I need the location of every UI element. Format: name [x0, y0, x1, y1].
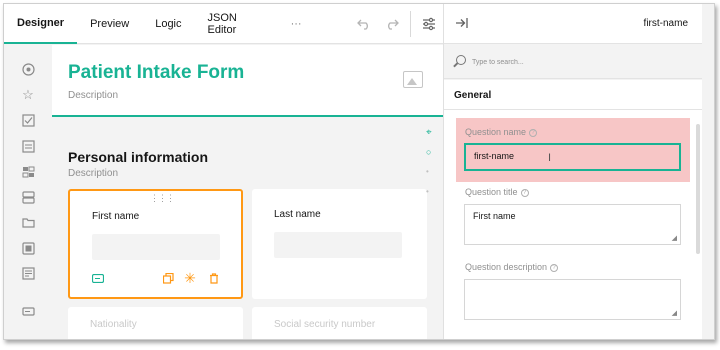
- required-asterisk-icon[interactable]: ✳: [184, 270, 196, 286]
- question-card-last-name[interactable]: Last name: [252, 189, 427, 299]
- question-card-nationality[interactable]: Nationality: [68, 307, 243, 339]
- toolbox-sidebar: ☆: [4, 45, 52, 339]
- navigator-target-icon[interactable]: ⌖: [426, 127, 432, 138]
- question-description-label: Question description?: [465, 262, 559, 272]
- delete-icon[interactable]: [208, 272, 220, 284]
- question-input-preview: [92, 234, 220, 260]
- question-name-label: Question name?: [465, 127, 538, 137]
- question-title[interactable]: First name: [92, 211, 139, 222]
- resize-handle-icon[interactable]: ◢: [672, 309, 677, 317]
- panel-folder-icon[interactable]: [20, 214, 36, 230]
- question-description-textarea[interactable]: ◢: [464, 279, 681, 320]
- help-icon[interactable]: ?: [529, 128, 538, 137]
- resize-handle-icon[interactable]: ◢: [672, 234, 677, 242]
- navigator-dot[interactable]: •: [426, 187, 429, 196]
- section-title: General: [454, 90, 492, 101]
- tab-preview[interactable]: Preview: [77, 4, 142, 44]
- settings-sliders-icon[interactable]: [415, 4, 443, 44]
- checkbox-icon[interactable]: [20, 112, 36, 128]
- question-name-input[interactable]: first-name: [464, 143, 681, 171]
- navigator-dot[interactable]: •: [426, 167, 429, 176]
- survey-header: Patient Intake Form Description: [52, 45, 443, 117]
- survey-title[interactable]: Patient Intake Form: [68, 62, 244, 84]
- question-name-value: first-name: [474, 151, 515, 161]
- toolbar-divider: [410, 10, 411, 37]
- question-title-value: First name: [473, 211, 516, 221]
- search-icon: [456, 55, 466, 65]
- question-title[interactable]: Nationality: [90, 319, 137, 330]
- input-type-icon[interactable]: [92, 272, 104, 284]
- design-surface: Patient Intake Form Description Personal…: [52, 45, 443, 339]
- survey-creator-window: Designer Preview Logic JSON Editor ··· ☆…: [3, 3, 715, 340]
- tagbox-icon[interactable]: [20, 163, 36, 179]
- property-search-input[interactable]: [472, 55, 672, 69]
- tab-designer[interactable]: Designer: [4, 4, 78, 44]
- page-container: Personal information Description ⋮⋮⋮ Fir…: [52, 133, 427, 339]
- survey-description[interactable]: Description: [68, 90, 118, 101]
- logo-image-icon[interactable]: [403, 71, 423, 88]
- tab-json-editor[interactable]: JSON Editor: [195, 4, 278, 44]
- comment-icon[interactable]: [20, 265, 36, 281]
- radiogroup-icon[interactable]: [20, 61, 36, 77]
- ranking-icon[interactable]: [20, 189, 36, 205]
- panel-scrollbar[interactable]: [696, 124, 700, 254]
- undo-icon[interactable]: [350, 4, 378, 44]
- selected-element-name: first-name: [643, 18, 688, 29]
- question-card-first-name[interactable]: ⋮⋮⋮ First name ✳: [68, 189, 243, 299]
- question-input-preview: [274, 232, 402, 258]
- navigator-page-dot[interactable]: ○: [426, 147, 431, 157]
- question-title-label: Question title?: [465, 187, 529, 197]
- page-navigator: ⌖ ○ • •: [424, 127, 440, 217]
- question-title-textarea[interactable]: First name ◢: [464, 204, 681, 245]
- image-picker-icon[interactable]: [20, 240, 36, 256]
- question-title[interactable]: Last name: [274, 209, 321, 220]
- page-description[interactable]: Description: [68, 168, 118, 179]
- question-card-social-security-number[interactable]: Social security number: [252, 307, 427, 339]
- duplicate-icon[interactable]: [162, 272, 174, 284]
- more-tabs-button[interactable]: ···: [278, 4, 315, 44]
- redo-icon[interactable]: [378, 4, 406, 44]
- text-cursor-icon: I: [548, 152, 552, 164]
- general-section-header[interactable]: General: [444, 80, 702, 110]
- collapse-panel-icon[interactable]: [455, 17, 469, 32]
- page-title[interactable]: Personal information: [68, 149, 208, 165]
- general-properties: Question name? first-name I Question tit…: [444, 110, 702, 339]
- help-icon[interactable]: ?: [550, 263, 559, 272]
- text-input-icon[interactable]: [20, 303, 36, 319]
- property-grid-panel: first-name General Question name? first-…: [443, 4, 702, 339]
- property-search: [444, 45, 702, 79]
- help-icon[interactable]: ?: [520, 188, 529, 197]
- tab-logic[interactable]: Logic: [142, 4, 194, 44]
- rating-star-icon[interactable]: ☆: [20, 87, 36, 103]
- top-toolbar: Designer Preview Logic JSON Editor ···: [4, 4, 443, 44]
- dropdown-icon[interactable]: [20, 138, 36, 154]
- drag-handle-icon[interactable]: ⋮⋮⋮: [150, 193, 175, 204]
- question-title[interactable]: Social security number: [274, 319, 375, 330]
- property-grid-header: first-name: [444, 4, 702, 44]
